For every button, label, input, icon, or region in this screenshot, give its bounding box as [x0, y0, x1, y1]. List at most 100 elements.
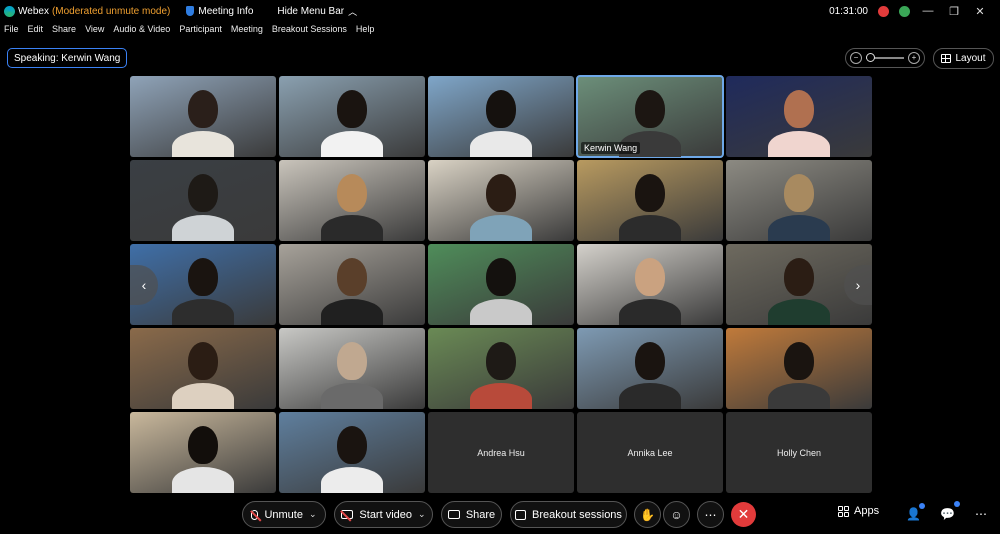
chevron-down-icon[interactable]: ⌄: [418, 509, 426, 520]
participant-head: [784, 258, 814, 296]
participant-head: [337, 174, 367, 212]
chevron-up-icon[interactable]: ︿: [348, 5, 357, 18]
zoom-in-icon[interactable]: +: [908, 52, 920, 64]
participant-video-tile[interactable]: [428, 76, 574, 157]
participant-video-tile[interactable]: [130, 328, 276, 409]
shield-icon[interactable]: [186, 6, 195, 16]
zoom-knob[interactable]: [866, 53, 875, 62]
participants-icon[interactable]: 👤: [906, 507, 921, 521]
apps-button[interactable]: Apps: [838, 505, 879, 517]
participant-video-tile[interactable]: [577, 328, 723, 409]
participant-body: [321, 299, 383, 325]
apps-icon: [838, 505, 849, 517]
menu-breakout-sessions[interactable]: Breakout Sessions: [272, 24, 347, 40]
participant-body: [321, 131, 383, 157]
participant-video-tile[interactable]: [577, 244, 723, 325]
participant-body: [768, 131, 830, 157]
participant-video-tile[interactable]: [279, 328, 425, 409]
app-name: Webex: [18, 5, 49, 17]
menu-participant[interactable]: Participant: [179, 24, 222, 40]
zoom-slider[interactable]: − +: [845, 48, 925, 68]
start-video-button[interactable]: Start video ⌄: [334, 501, 433, 528]
breakout-icon: [515, 509, 527, 520]
chat-icon[interactable]: 💬: [940, 507, 955, 521]
layout-label: Layout: [955, 53, 986, 64]
participant-video-tile[interactable]: [726, 160, 872, 241]
participant-video-tile[interactable]: [279, 160, 425, 241]
participant-video-tile[interactable]: [428, 160, 574, 241]
grid-layout-icon: [941, 54, 952, 63]
participant-head: [784, 174, 814, 212]
participant-body: [172, 383, 234, 409]
breakout-label: Breakout sessions: [532, 508, 622, 521]
participant-video-tile[interactable]: [130, 76, 276, 157]
participant-head: [188, 174, 218, 212]
participant-video-tile[interactable]: Andrea Hsu: [428, 412, 574, 493]
unmute-button[interactable]: Unmute ⌄: [242, 501, 326, 528]
breakout-sessions-button[interactable]: Breakout sessions: [510, 501, 627, 528]
participant-head: [486, 342, 516, 380]
participant-body: [321, 215, 383, 241]
title-bar: Webex (Moderated unmute mode) Meeting In…: [0, 0, 1000, 22]
participant-head: [188, 426, 218, 464]
menu-view[interactable]: View: [85, 24, 104, 40]
menu-meeting[interactable]: Meeting: [231, 24, 263, 40]
reactions-button[interactable]: ☺: [663, 501, 690, 528]
raise-hand-button[interactable]: ✋: [634, 501, 661, 528]
menu-file[interactable]: File: [4, 24, 19, 40]
menu-audio-video[interactable]: Audio & Video: [113, 24, 170, 40]
participant-head: [784, 90, 814, 128]
participant-video-tile[interactable]: Kerwin Wang: [576, 75, 724, 158]
recording-icon[interactable]: [878, 5, 889, 17]
participant-head: [635, 258, 665, 296]
participant-video-tile[interactable]: Holly Chen: [726, 412, 872, 493]
restore-button[interactable]: ❐: [946, 5, 962, 18]
participant-body: [172, 131, 234, 157]
menu-edit[interactable]: Edit: [28, 24, 44, 40]
participant-video-tile[interactable]: Annika Lee: [577, 412, 723, 493]
participant-video-tile[interactable]: [726, 328, 872, 409]
participant-body: [172, 467, 234, 493]
meeting-info-button[interactable]: Meeting Info: [198, 6, 253, 17]
participant-video-tile[interactable]: [428, 328, 574, 409]
participant-video-tile[interactable]: [279, 244, 425, 325]
participant-head: [635, 174, 665, 212]
participant-body: [321, 383, 383, 409]
webex-logo-icon: [4, 5, 15, 17]
minimize-button[interactable]: —: [920, 5, 936, 17]
share-screen-icon: [447, 510, 460, 519]
chevron-down-icon[interactable]: ⌄: [309, 509, 317, 520]
participant-body: [768, 383, 830, 409]
signal-icon[interactable]: [899, 5, 910, 17]
participant-body: [768, 299, 830, 325]
leave-meeting-button[interactable]: ✕: [731, 502, 756, 527]
participant-video-tile[interactable]: [577, 160, 723, 241]
participant-video-tile[interactable]: [726, 76, 872, 157]
meeting-timer: 01:31:00: [829, 5, 868, 17]
participant-video-tile[interactable]: [279, 76, 425, 157]
menu-share[interactable]: Share: [52, 24, 76, 40]
participant-head: [486, 174, 516, 212]
participant-video-tile[interactable]: [279, 412, 425, 493]
zoom-track[interactable]: [866, 53, 904, 62]
participant-video-tile[interactable]: [130, 412, 276, 493]
layout-button[interactable]: Layout: [933, 48, 994, 69]
zoom-out-icon[interactable]: −: [850, 52, 862, 64]
participant-head: [188, 342, 218, 380]
participant-body: [470, 131, 532, 157]
close-window-button[interactable]: ✕: [972, 5, 988, 18]
active-speaker-indicator: Speaking: Kerwin Wang: [7, 48, 128, 68]
hide-menu-bar-button[interactable]: Hide Menu Bar: [277, 6, 344, 17]
participant-body: [172, 215, 234, 241]
menu-help[interactable]: Help: [356, 24, 375, 40]
more-options-button[interactable]: ⋯: [697, 501, 724, 528]
participant-body: [619, 215, 681, 241]
close-icon: ✕: [737, 506, 750, 522]
share-button[interactable]: Share: [441, 501, 502, 528]
participant-name: Andrea Hsu: [477, 447, 525, 458]
start-video-label: Start video: [359, 508, 413, 521]
participant-video-tile[interactable]: [428, 244, 574, 325]
camera-off-icon: [341, 510, 354, 519]
overflow-icon[interactable]: ⋯: [975, 507, 987, 521]
participant-video-tile[interactable]: [130, 160, 276, 241]
